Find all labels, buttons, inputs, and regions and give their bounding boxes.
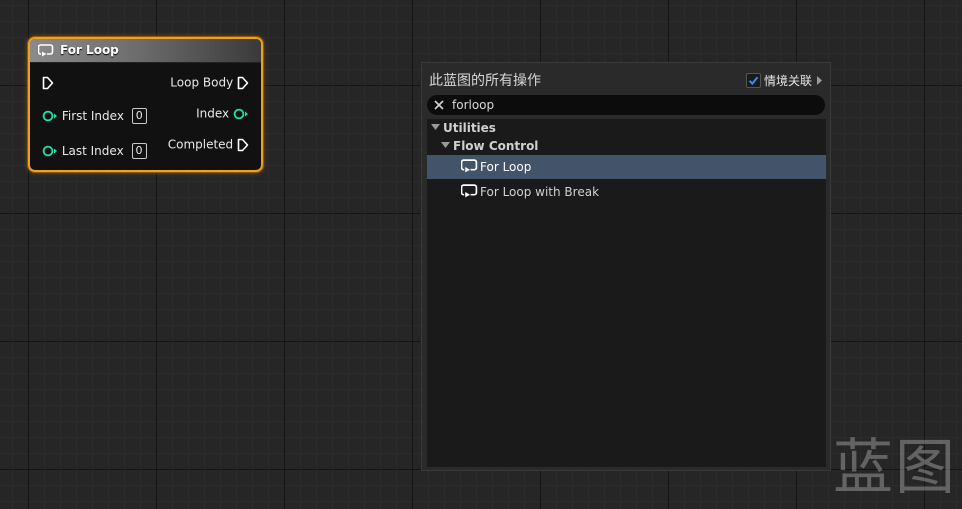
search-box[interactable] — [427, 95, 825, 115]
loop-body-pin[interactable]: Loop Body — [170, 75, 249, 90]
action-item-label: For Loop with Break — [480, 185, 600, 199]
index-label: Index — [196, 106, 230, 121]
exec-pin-icon — [42, 76, 54, 89]
watermark: 蓝图 — [833, 433, 957, 503]
action-item-label: For Loop — [480, 160, 532, 174]
exec-pin-icon — [237, 76, 249, 89]
loop-body-label: Loop Body — [170, 75, 234, 90]
expand-arrow-icon[interactable] — [817, 75, 822, 85]
completed-pin[interactable]: Completed — [168, 137, 249, 152]
context-sensitive-toggle[interactable]: 情境关联 — [745, 71, 822, 89]
first-index-pin[interactable]: First Index 0 — [42, 108, 147, 124]
clear-search-icon[interactable] — [433, 99, 445, 111]
action-item-for-loop[interactable]: For Loop — [427, 155, 826, 179]
node-title: For Loop — [60, 43, 119, 57]
index-pin[interactable]: Index — [196, 106, 249, 121]
for-loop-node[interactable]: For Loop First Index 0 Last Index 0 Loop… — [28, 37, 263, 172]
macro-loop-icon — [460, 184, 478, 202]
exec-pin-icon — [237, 138, 249, 151]
category-utilities[interactable]: Utilities — [427, 119, 826, 137]
int-pin-icon — [233, 108, 248, 119]
context-sensitive-label: 情境关联 — [763, 73, 812, 88]
category-flow-control[interactable]: Flow Control — [427, 137, 826, 155]
collapse-arrow-icon[interactable] — [431, 124, 440, 131]
action-item-for-loop-with-break[interactable]: For Loop with Break — [427, 180, 826, 204]
node-header[interactable]: For Loop — [30, 39, 261, 63]
checkmark-icon — [748, 76, 759, 85]
int-pin-icon — [42, 110, 57, 122]
category-label: Utilities — [443, 121, 496, 135]
exec-input-pin[interactable] — [42, 75, 54, 90]
last-index-label: Last Index — [61, 144, 124, 158]
collapse-arrow-icon[interactable] — [441, 142, 450, 149]
macro-loop-icon — [37, 43, 54, 62]
macro-loop-icon — [460, 159, 478, 177]
int-pin-icon — [42, 145, 57, 157]
category-label: Flow Control — [453, 139, 539, 153]
completed-label: Completed — [167, 137, 234, 152]
menu-title: 此蓝图的所有操作 — [429, 73, 541, 89]
last-index-value[interactable]: 0 — [131, 143, 147, 159]
action-list[interactable]: Utilities Flow Control For Loop For Loop… — [427, 119, 826, 467]
last-index-pin[interactable]: Last Index 0 — [42, 143, 147, 159]
first-index-value[interactable]: 0 — [131, 108, 147, 124]
first-index-label: First Index — [61, 109, 124, 123]
search-input[interactable] — [452, 95, 812, 115]
context-sensitive-checkbox[interactable] — [745, 72, 761, 88]
action-menu: 此蓝图的所有操作 情境关联 Utilities Flow Cont — [421, 62, 831, 471]
